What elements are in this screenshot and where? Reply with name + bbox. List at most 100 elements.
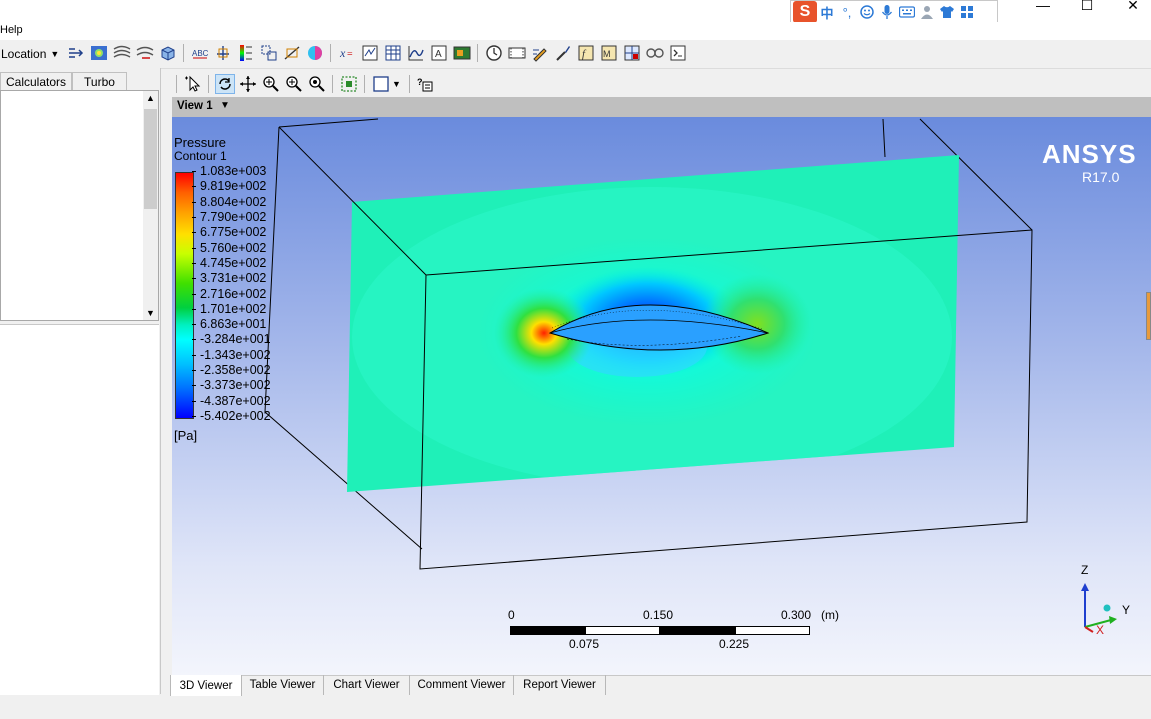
toolbar-separator bbox=[176, 75, 177, 93]
scale-segment bbox=[510, 626, 585, 635]
macro-calculator-icon[interactable]: M bbox=[599, 43, 619, 63]
select-icon[interactable] bbox=[183, 74, 203, 94]
tab-comment-viewer-label: Comment Viewer bbox=[417, 679, 506, 691]
instance-transform-icon[interactable] bbox=[259, 43, 279, 63]
contour-icon[interactable] bbox=[89, 43, 109, 63]
coordinate-frame-icon[interactable] bbox=[213, 43, 233, 63]
scale-bar: 0 0.150 0.300 (m) 0.075 0.225 bbox=[508, 607, 839, 651]
fit-view-icon[interactable] bbox=[307, 74, 327, 94]
probe-icon[interactable] bbox=[553, 43, 573, 63]
command-editor-icon[interactable] bbox=[668, 43, 688, 63]
volume-icon[interactable] bbox=[158, 43, 178, 63]
pan-icon[interactable] bbox=[238, 74, 258, 94]
viewport-layout-chevron-icon[interactable]: ▼ bbox=[392, 79, 401, 89]
case-comparison-icon[interactable] bbox=[645, 43, 665, 63]
zoom-icon[interactable] bbox=[261, 74, 281, 94]
menu-help[interactable]: Help bbox=[0, 24, 23, 36]
tab-calculators[interactable]: Calculators bbox=[0, 72, 72, 90]
legend-name: Contour 1 bbox=[174, 149, 227, 163]
comment-icon[interactable]: A bbox=[429, 43, 449, 63]
vector-icon[interactable] bbox=[135, 43, 155, 63]
scroll-down-icon[interactable]: ▼ bbox=[146, 308, 155, 318]
tab-chart-viewer[interactable]: Chart Viewer bbox=[324, 675, 410, 695]
legend-tick bbox=[192, 201, 196, 203]
location-label: Location bbox=[1, 47, 47, 61]
scale-segment bbox=[585, 626, 660, 635]
tab-report-viewer-label: Report Viewer bbox=[523, 679, 596, 691]
clock-icon[interactable] bbox=[484, 43, 504, 63]
chinese-mode-icon[interactable]: 中 bbox=[817, 2, 837, 22]
text-icon[interactable]: ABC bbox=[190, 43, 210, 63]
scroll-thumb[interactable] bbox=[144, 109, 157, 209]
zoom-box-icon[interactable] bbox=[284, 74, 304, 94]
legend-tick bbox=[192, 278, 196, 280]
tab-chart-viewer-label: Chart Viewer bbox=[333, 679, 400, 691]
panel-handle[interactable] bbox=[1146, 292, 1151, 340]
expression-icon[interactable] bbox=[360, 43, 380, 63]
variable-icon[interactable]: x = bbox=[337, 43, 357, 63]
punctuation-icon[interactable]: °, bbox=[837, 2, 857, 22]
toolbar-separator bbox=[330, 44, 331, 62]
tab-table-viewer[interactable]: Table Viewer bbox=[242, 675, 324, 695]
tab-turbo[interactable]: Turbo bbox=[72, 72, 127, 90]
close-button[interactable]: ✕ bbox=[1110, 0, 1151, 13]
legend-unit: [Pa] bbox=[174, 428, 198, 443]
color-map-icon[interactable] bbox=[305, 43, 325, 63]
legend-value: 1.083e+003 bbox=[200, 164, 267, 178]
keyboard-icon[interactable] bbox=[897, 2, 917, 22]
maximize-button[interactable]: ☐ bbox=[1064, 0, 1110, 13]
person-icon[interactable] bbox=[917, 2, 937, 22]
mesh-calculator-icon[interactable] bbox=[622, 43, 642, 63]
microphone-icon[interactable] bbox=[877, 2, 897, 22]
minimize-button[interactable]: — bbox=[1020, 0, 1066, 13]
chart-icon[interactable] bbox=[406, 43, 426, 63]
rotate-icon[interactable] bbox=[214, 74, 235, 94]
sogou-logo[interactable]: S bbox=[793, 1, 817, 23]
scroll-up-icon[interactable]: ▲ bbox=[146, 93, 155, 103]
location-dropdown[interactable]: Location ▼ bbox=[1, 45, 59, 63]
legend-value: -5.402e+002 bbox=[200, 409, 271, 423]
figure-icon[interactable] bbox=[452, 43, 472, 63]
legend-value: 5.760e+002 bbox=[200, 240, 267, 255]
calculator-list[interactable] bbox=[0, 90, 159, 321]
3d-viewport[interactable]: Pressure Contour 1 1.083e+003 9.819e+002 8… bbox=[172, 117, 1151, 675]
svg-text:A: A bbox=[435, 49, 442, 60]
clip-plane-icon[interactable] bbox=[282, 43, 302, 63]
ansys-logo: ANSYS bbox=[1042, 139, 1137, 169]
toolbar-separator bbox=[332, 75, 333, 93]
help-pointer-icon[interactable]: ? bbox=[415, 74, 435, 94]
tab-comment-viewer[interactable]: Comment Viewer bbox=[410, 675, 514, 695]
legend-icon[interactable] bbox=[236, 43, 256, 63]
function-calculator-icon[interactable]: f bbox=[576, 43, 596, 63]
tab-calculators-label: Calculators bbox=[5, 74, 67, 89]
toolbar-separator bbox=[408, 75, 410, 93]
legend-tick bbox=[192, 216, 196, 218]
view-dropdown-icon[interactable]: ▼ bbox=[220, 100, 230, 111]
menu-bar: Help bbox=[0, 22, 1151, 40]
highlight-icon[interactable] bbox=[339, 74, 359, 94]
quick-editor-icon[interactable] bbox=[530, 43, 550, 63]
view-header[interactable]: View 1 ▼ bbox=[172, 97, 1151, 117]
smiley-icon[interactable] bbox=[857, 2, 877, 22]
scale-label-225: 0.225 bbox=[719, 637, 750, 651]
axis-triad: Z Y X bbox=[1067, 562, 1137, 642]
toolbar-icons-row1: ABC x = A f M bbox=[64, 43, 689, 63]
toolbar-separator bbox=[477, 44, 478, 62]
streamline-icon[interactable] bbox=[66, 43, 86, 63]
viewport-layout-icon[interactable] bbox=[371, 74, 391, 94]
shirt-icon[interactable] bbox=[937, 2, 957, 22]
legend-value: -1.343e+002 bbox=[200, 347, 271, 362]
tab-3d-viewer[interactable]: 3D Viewer bbox=[170, 675, 242, 696]
scale-segment bbox=[735, 626, 810, 635]
isosurface-icon[interactable] bbox=[112, 43, 132, 63]
tab-report-viewer[interactable]: Report Viewer bbox=[514, 675, 606, 695]
table-icon[interactable] bbox=[383, 43, 403, 63]
legend-value: -2.358e+002 bbox=[200, 363, 271, 378]
animation-icon[interactable] bbox=[507, 43, 527, 63]
tab-turbo-label: Turbo bbox=[84, 74, 115, 89]
toolbar-separator bbox=[364, 75, 365, 93]
legend-tick bbox=[192, 354, 196, 356]
list-scrollbar[interactable]: ▲ ▼ bbox=[143, 91, 158, 320]
grid-icon[interactable] bbox=[957, 2, 977, 22]
legend-value: 3.731e+002 bbox=[200, 271, 267, 286]
